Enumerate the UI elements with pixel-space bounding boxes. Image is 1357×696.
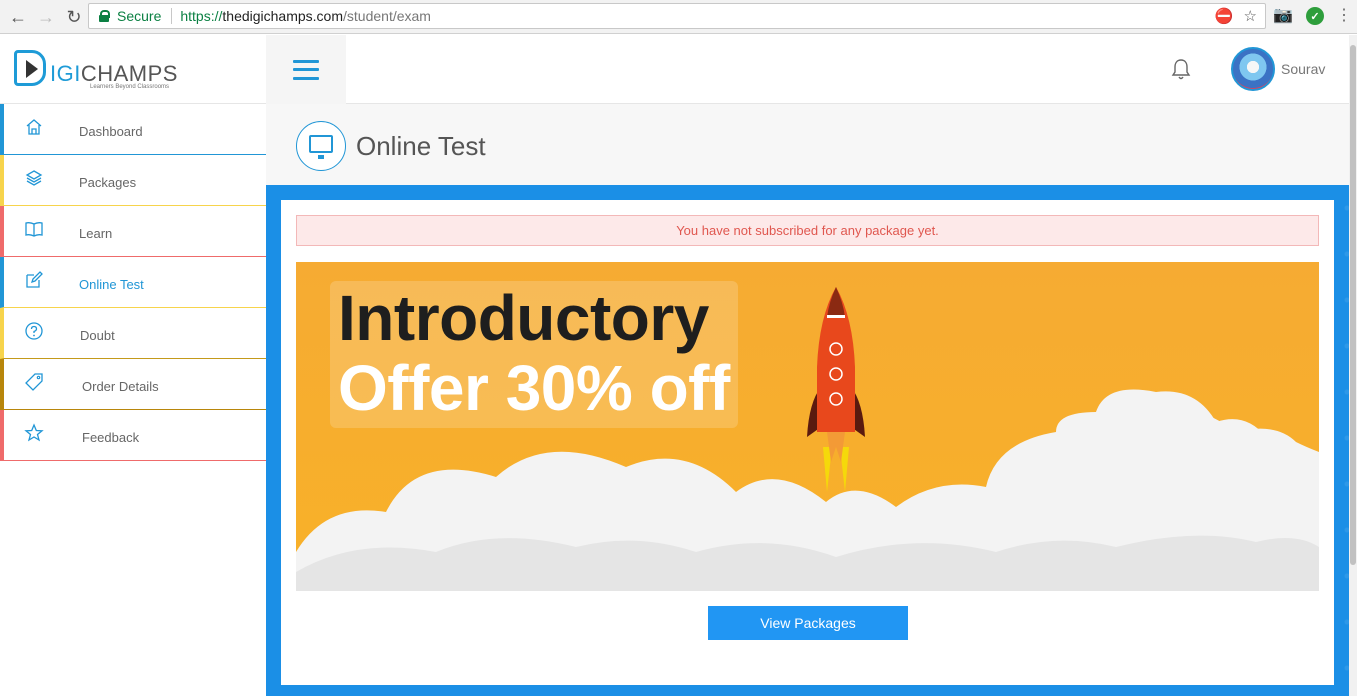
reload-icon[interactable]: ↻: [62, 5, 86, 29]
subscription-alert: You have not subscribed for any package …: [296, 215, 1319, 246]
sidebar-item-label: Order Details: [82, 379, 159, 394]
star-icon: [24, 423, 44, 442]
digichamps-logo[interactable]: IGICHAMPS Learners Beyond Classrooms: [14, 50, 184, 90]
main-content: Online Test You have not subscribed for …: [266, 104, 1349, 696]
address-divider: [171, 8, 173, 24]
user-name[interactable]: Sourav: [1281, 61, 1325, 77]
sidebar-item-label: Feedback: [82, 430, 140, 445]
tag-icon: [25, 373, 43, 391]
promo-offer: Offer 30% off: [338, 352, 730, 424]
sidebar-item-doubt[interactable]: Doubt: [0, 308, 266, 359]
rocket-icon: [807, 287, 865, 492]
view-packages-button[interactable]: View Packages: [708, 606, 908, 640]
url-scheme: https://: [180, 8, 223, 24]
browser-toolbar: ← → ↻ Secure https:// thedigichamps.com …: [0, 0, 1357, 34]
sidebar: Dashboard Packages Learn Online Test Dou…: [0, 104, 266, 696]
logo-play-icon: [14, 50, 46, 86]
sidebar-item-label: Learn: [79, 226, 113, 241]
extension-icon[interactable]: ✓: [1306, 7, 1324, 25]
address-bar[interactable]: Secure https:// thedigichamps.com /stude…: [88, 3, 1266, 29]
sidebar-item-feedback[interactable]: Feedback: [0, 410, 266, 461]
promo-text-box: Introductory Offer 30% off: [330, 281, 738, 428]
sidebar-item-label: Dashboard: [79, 124, 143, 139]
menu-toggle[interactable]: [266, 35, 346, 104]
scrollbar-thumb[interactable]: [1350, 45, 1356, 565]
shield-icon[interactable]: ⛔: [1215, 7, 1234, 25]
question-icon: [25, 322, 43, 340]
app-header: IGICHAMPS Learners Beyond Classrooms Sou…: [0, 35, 1349, 104]
menu-dots-icon[interactable]: ⋮: [1336, 5, 1352, 27]
page-header: Online Test: [266, 104, 1349, 185]
back-icon[interactable]: ←: [6, 5, 30, 29]
sidebar-item-label: Doubt: [80, 328, 115, 343]
forward-icon[interactable]: →: [34, 5, 58, 29]
sidebar-item-order-details[interactable]: Order Details: [0, 359, 266, 410]
url-path: /student/exam: [343, 8, 431, 24]
sidebar-item-label: Online Test: [79, 277, 144, 292]
page-scrollbar[interactable]: [1349, 35, 1357, 696]
page-icon-circle: [296, 121, 346, 171]
lock-icon: [99, 10, 110, 22]
layers-icon: [25, 170, 43, 186]
bookmark-star-icon[interactable]: ☆: [1244, 7, 1257, 25]
home-icon: [26, 119, 42, 135]
camera-icon[interactable]: 📷: [1272, 5, 1294, 27]
avatar[interactable]: [1231, 47, 1275, 91]
edit-icon: [26, 271, 43, 288]
sidebar-item-dashboard[interactable]: Dashboard: [0, 104, 266, 155]
content-card: You have not subscribed for any package …: [281, 200, 1334, 685]
secure-label: Secure: [117, 8, 162, 24]
pattern-background: You have not subscribed for any package …: [266, 185, 1349, 696]
promo-banner[interactable]: Introductory Offer 30% off: [296, 262, 1319, 591]
page-title: Online Test: [356, 131, 486, 161]
sidebar-item-label: Packages: [79, 175, 137, 190]
sidebar-item-packages[interactable]: Packages: [0, 155, 266, 206]
bell-icon[interactable]: [1170, 57, 1192, 81]
promo-headline: Introductory: [338, 282, 709, 354]
url-host: thedigichamps.com: [222, 8, 344, 24]
hamburger-icon[interactable]: [293, 59, 319, 80]
sidebar-item-online-test[interactable]: Online Test: [0, 257, 266, 308]
monitor-icon: [309, 135, 333, 159]
logo-tagline: Learners Beyond Classrooms: [90, 84, 170, 90]
book-icon: [25, 222, 43, 237]
sidebar-item-learn[interactable]: Learn: [0, 206, 266, 257]
